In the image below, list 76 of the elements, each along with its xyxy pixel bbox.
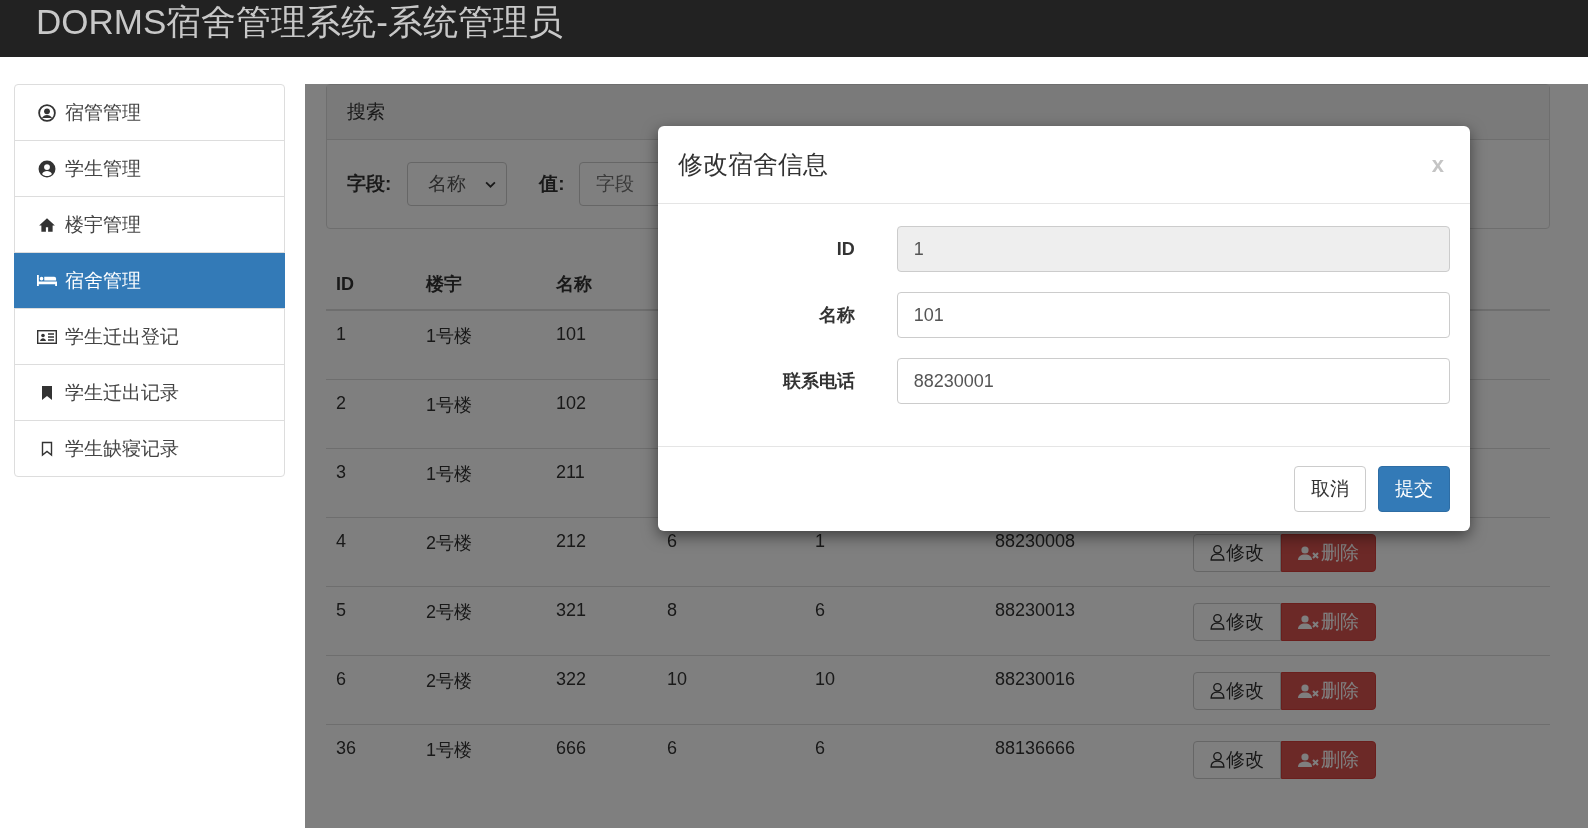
- delete-button[interactable]: 删除: [1281, 671, 1376, 710]
- table-cell: 101: [556, 324, 587, 344]
- user-remove-icon: [1298, 751, 1320, 768]
- table-cell: 321: [556, 599, 587, 620]
- id-card-icon: [37, 329, 57, 344]
- table-cell: 6: [815, 737, 825, 758]
- table-cell: 2号楼: [426, 670, 472, 691]
- table-cell: 36: [336, 737, 357, 758]
- table-cell: 1号楼: [426, 739, 472, 760]
- table-cell: 88230013: [995, 599, 1076, 620]
- sidebar-item[interactable]: 学生管理: [15, 140, 284, 196]
- value-label: 值:: [539, 172, 565, 196]
- text-field[interactable]: 101: [896, 292, 1450, 338]
- table-cell: 3: [336, 461, 346, 482]
- user-icon: [1210, 613, 1225, 630]
- column-header: 楼宇: [426, 274, 462, 294]
- field-label: 联系电话: [781, 370, 855, 393]
- user-circle-icon: [37, 103, 57, 122]
- column-header: ID: [336, 273, 354, 294]
- delete-button[interactable]: 删除: [1281, 533, 1376, 572]
- field-label: 名称: [817, 304, 855, 327]
- table-cell: 1号楼: [426, 394, 472, 415]
- table-cell: 2号楼: [426, 601, 472, 622]
- sidebar-item[interactable]: 学生缺寝记录: [15, 420, 284, 476]
- user-remove-icon: [1298, 682, 1320, 699]
- delete-button[interactable]: 删除: [1281, 740, 1376, 779]
- submit-button[interactable]: 提交: [1378, 466, 1450, 512]
- user-remove-icon: [1298, 613, 1320, 630]
- cancel-button[interactable]: 取消: [1294, 466, 1366, 512]
- user-remove-icon: [1298, 544, 1320, 561]
- edit-button[interactable]: 修改: [1193, 602, 1281, 641]
- table-cell: 2号楼: [426, 532, 472, 553]
- table-cell: 10: [667, 668, 688, 689]
- table-cell: 1: [815, 530, 825, 551]
- table-cell: 10: [815, 668, 836, 689]
- table-cell: 2: [336, 392, 346, 413]
- field-label: 字段:: [347, 172, 392, 196]
- chevron-down-icon: [485, 180, 497, 188]
- field-select[interactable]: 名称: [407, 162, 508, 206]
- table-cell: 4: [336, 530, 346, 551]
- table-cell: 1号楼: [426, 326, 472, 346]
- edit-button[interactable]: 修改: [1193, 533, 1281, 572]
- column-header: 名称: [556, 274, 592, 294]
- table-cell: 6: [336, 668, 346, 689]
- table-cell: 8: [667, 599, 677, 620]
- text-field[interactable]: 88230001: [896, 358, 1450, 404]
- table-cell: 1: [336, 324, 346, 344]
- table-cell: 6: [667, 530, 677, 551]
- edit-button[interactable]: 修改: [1193, 671, 1281, 710]
- user-icon: [1210, 682, 1225, 699]
- user-icon: [1210, 544, 1225, 561]
- table-cell: 6: [667, 737, 677, 758]
- table-cell: 1号楼: [426, 463, 472, 484]
- user-circle-icon: [37, 159, 57, 178]
- sidebar-item[interactable]: 学生迁出记录: [15, 364, 284, 420]
- table-cell: 88230016: [995, 668, 1076, 689]
- table-cell: 5: [336, 599, 346, 620]
- table-cell: 102: [556, 392, 587, 413]
- table-cell: 6: [815, 599, 825, 620]
- sidebar-item[interactable]: 宿舍管理: [14, 252, 285, 308]
- user-icon: [1210, 751, 1225, 768]
- edit-button[interactable]: 修改: [1193, 740, 1281, 779]
- table-cell: 88230008: [995, 530, 1076, 551]
- delete-button[interactable]: 删除: [1281, 602, 1376, 641]
- field-label: ID: [835, 238, 855, 260]
- table-cell: 211: [556, 461, 585, 482]
- table-cell: 666: [556, 737, 587, 758]
- app-title: DORMS宿舍管理系统-系统管理员: [36, 0, 563, 43]
- sidebar-item[interactable]: 宿管管理: [15, 85, 284, 140]
- table-cell: 212: [556, 530, 587, 551]
- bed-icon: [37, 274, 57, 287]
- table-cell: 88136666: [995, 737, 1076, 758]
- dialog-title: 修改宿舍信息: [678, 149, 828, 180]
- sidebar-item[interactable]: 学生迁出登记: [15, 308, 284, 364]
- text-field: 1: [896, 226, 1450, 272]
- table-cell: 322: [556, 668, 587, 689]
